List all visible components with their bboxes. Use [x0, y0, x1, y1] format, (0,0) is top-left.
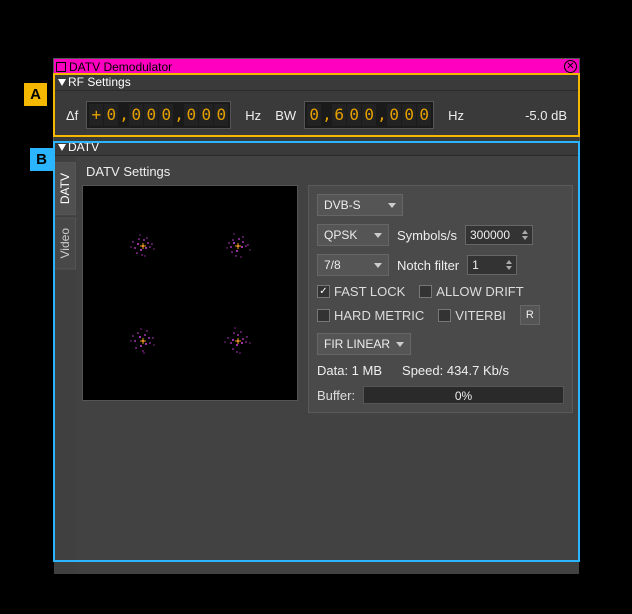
hz-unit: Hz — [448, 108, 464, 123]
fec-select[interactable]: 7/8 — [317, 254, 389, 276]
datv-content: DATV Settings DVB-S QPSK Symbols/s 30000 — [76, 156, 579, 574]
datv-body: DATV Video DATV Settings DVB-S QPSK — [54, 156, 579, 574]
hz-unit: Hz — [245, 108, 261, 123]
buffer-progress: 0% — [363, 386, 564, 404]
collapse-triangle-icon — [58, 79, 66, 86]
delta-f-label: Δf — [66, 108, 78, 123]
chevron-down-icon — [374, 233, 382, 238]
tab-video[interactable]: Video — [54, 217, 76, 269]
annotation-label-a: A — [24, 83, 47, 106]
annotation-label-b: B — [30, 148, 53, 171]
modulation-select[interactable]: QPSK — [317, 224, 389, 246]
allowdrift-checkbox[interactable]: ALLOW DRIFT — [419, 284, 523, 299]
window-title: DATV Demodulator — [69, 60, 564, 74]
chevron-down-icon — [388, 203, 396, 208]
datv-settings-title: DATV Settings — [82, 162, 573, 185]
hardmetric-checkbox[interactable]: HARD METRIC — [317, 308, 424, 323]
standard-select[interactable]: DVB-S — [317, 194, 403, 216]
collapse-triangle-icon — [58, 144, 66, 151]
titlebar[interactable]: DATV Demodulator ✕ — [54, 59, 579, 74]
datv-header-label: DATV — [68, 140, 99, 154]
bw-value[interactable]: 0 , 6 0 0 , 0 0 0 — [304, 101, 434, 129]
speed-stat: Speed: 434.7 Kb/s — [402, 363, 509, 378]
notch-input[interactable]: 1 — [467, 255, 517, 275]
notch-label: Notch filter — [397, 258, 459, 273]
datv-demodulator-window: DATV Demodulator ✕ RF Settings Δf + 0 , … — [53, 58, 580, 559]
rf-row: Δf + 0 , 0 0 0 , 0 0 0 Hz BW 0 , 6 0 0 ,… — [54, 91, 579, 139]
titlebar-checkbox[interactable] — [56, 62, 66, 72]
data-stat: Data: 1 MB — [317, 363, 382, 378]
buffer-label: Buffer: — [317, 388, 355, 403]
level-db: -5.0 dB — [525, 108, 567, 123]
chevron-down-icon — [396, 342, 404, 347]
controls-panel: DVB-S QPSK Symbols/s 300000 7/8 Notch fi… — [308, 185, 573, 413]
datv-header[interactable]: DATV — [54, 139, 579, 156]
reset-button[interactable]: R — [520, 305, 540, 325]
constellation-display — [82, 185, 298, 401]
tab-datv[interactable]: DATV — [54, 162, 76, 215]
vertical-tabs: DATV Video — [54, 156, 76, 574]
close-icon[interactable]: ✕ — [564, 60, 577, 73]
rf-settings-header[interactable]: RF Settings — [54, 74, 579, 91]
viterbi-checkbox[interactable]: VITERBI — [438, 308, 506, 323]
fastlock-checkbox[interactable]: FAST LOCK — [317, 284, 405, 299]
filter-select[interactable]: FIR LINEAR — [317, 333, 411, 355]
chevron-down-icon — [374, 263, 382, 268]
symbols-input[interactable]: 300000 — [465, 225, 533, 245]
bw-label: BW — [275, 108, 296, 123]
rf-settings-label: RF Settings — [68, 75, 131, 89]
delta-f-value[interactable]: + 0 , 0 0 0 , 0 0 0 — [86, 101, 231, 129]
symbols-label: Symbols/s — [397, 228, 457, 243]
